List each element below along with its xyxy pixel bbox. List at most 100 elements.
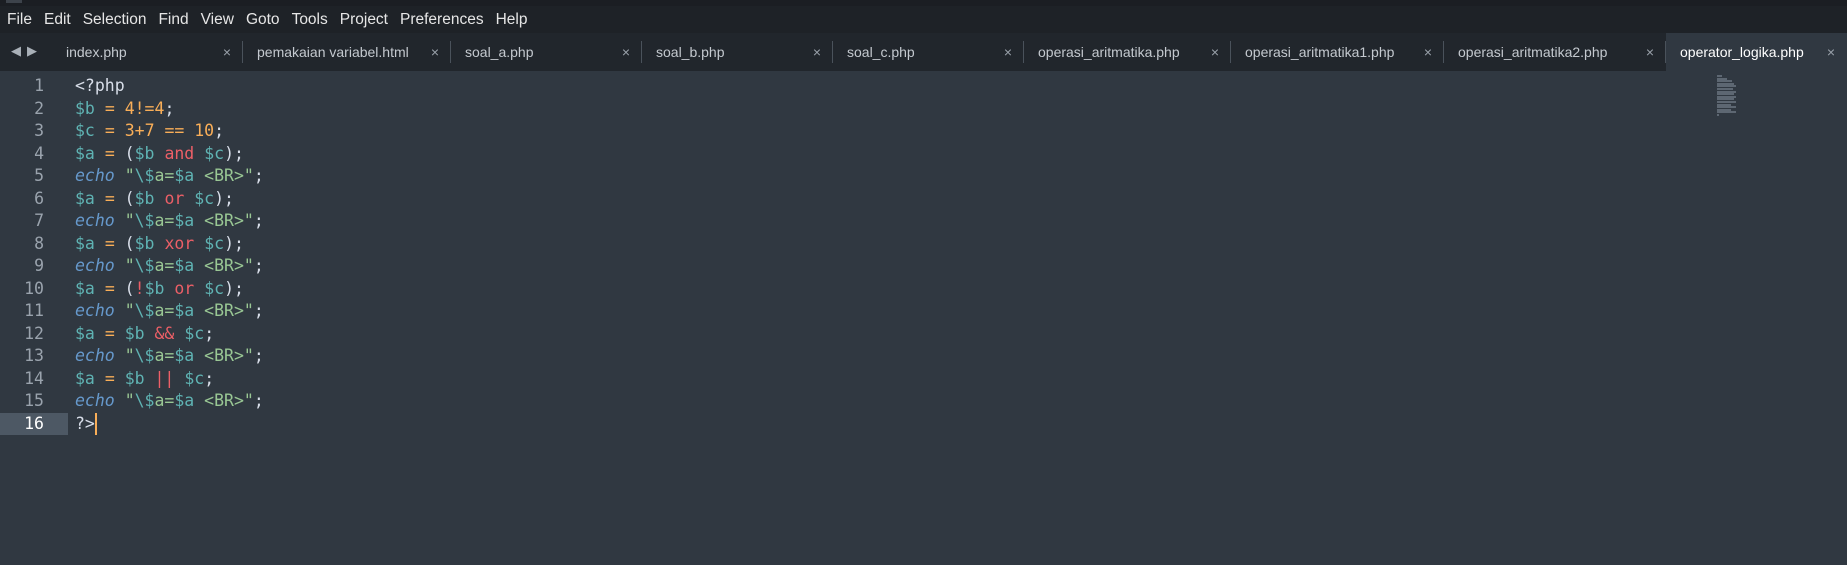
code-token: ); <box>214 188 234 208</box>
code-token: $c <box>184 368 205 388</box>
menu-find[interactable]: Find <box>158 6 188 33</box>
menu-project[interactable]: Project <box>340 6 388 33</box>
code-token: echo <box>75 301 115 320</box>
tab-bar: ◀ ▶ index.php × pemakaian variabel.html … <box>0 33 1847 71</box>
line-number: 2 <box>34 98 44 118</box>
code-editor[interactable]: 1 2 3 4 5 6 7 8 9 10 11 12 13 14 15 16 <?php $b = 4!=4; $… <box>0 71 1847 565</box>
code-token: ( <box>114 278 135 298</box>
code-token: $c <box>204 233 225 253</box>
code-token: or <box>164 188 185 208</box>
code-token: $a <box>174 391 195 410</box>
code-token: " <box>124 301 135 320</box>
code-token: ( <box>114 143 135 163</box>
tab-label: index.php <box>66 44 127 60</box>
code-token: echo <box>75 391 115 410</box>
code-line: $a = $b || $c; <box>75 368 264 391</box>
code-token: = <box>104 323 115 343</box>
code-token: $b <box>124 368 145 388</box>
close-icon[interactable]: × <box>813 33 821 71</box>
code-token: ( <box>114 233 135 253</box>
code-token: = <box>104 121 115 140</box>
code-token: " <box>243 166 254 185</box>
tab-soal-c-php[interactable]: soal_c.php × <box>833 33 1024 71</box>
tab-operasi-aritmatika2-php[interactable]: operasi_aritmatika2.php × <box>1444 33 1666 71</box>
code-token: \$ <box>134 346 155 365</box>
code-token: $b <box>144 278 165 298</box>
tab-label: operasi_aritmatika.php <box>1038 44 1180 60</box>
tab-soal-a-php[interactable]: soal_a.php × <box>451 33 642 71</box>
arrow-left-icon[interactable]: ◀ <box>11 33 21 71</box>
code-token: \$ <box>134 256 155 275</box>
code-token: $a <box>75 233 95 253</box>
code-token: $b <box>134 143 155 163</box>
tab-pemakaian-variabel-html[interactable]: pemakaian variabel.html × <box>243 33 451 71</box>
menu-view[interactable]: View <box>201 6 234 33</box>
code-token: echo <box>75 211 115 230</box>
menu-tools[interactable]: Tools <box>292 6 328 33</box>
close-icon[interactable]: × <box>622 33 630 71</box>
menu-preferences[interactable]: Preferences <box>400 6 484 33</box>
window-control-icon <box>6 0 22 3</box>
code-token: $a <box>75 278 95 298</box>
menu-goto[interactable]: Goto <box>246 6 280 33</box>
menu-help[interactable]: Help <box>496 6 528 33</box>
code-token: $a <box>75 368 95 388</box>
code-token: ; <box>253 301 264 320</box>
close-icon[interactable]: × <box>1827 33 1835 71</box>
close-icon[interactable]: × <box>1424 33 1432 71</box>
menu-bar: File Edit Selection Find View Goto Tools… <box>0 6 1847 33</box>
minimap[interactable] <box>1717 75 1741 116</box>
line-number: 8 <box>34 233 44 253</box>
code-token: $c <box>204 143 225 163</box>
close-icon[interactable]: × <box>223 33 231 71</box>
tab-soal-b-php[interactable]: soal_b.php × <box>642 33 833 71</box>
close-icon[interactable]: × <box>1211 33 1219 71</box>
tab-operasi-aritmatika-php[interactable]: operasi_aritmatika.php × <box>1024 33 1231 71</box>
code-token: $a <box>174 346 195 365</box>
code-line: $a = ($b xor $c); <box>75 233 264 256</box>
code-token: $a <box>75 323 95 343</box>
tab-index-php[interactable]: index.php × <box>52 33 243 71</box>
tab-operator-logika-php[interactable]: operator_logika.php × <box>1666 33 1847 71</box>
code-token: = <box>104 143 115 163</box>
code-token: ! <box>134 278 145 298</box>
code-token: " <box>124 256 135 275</box>
menu-edit[interactable]: Edit <box>44 6 71 33</box>
code-token: " <box>243 391 254 410</box>
line-number: 7 <box>34 211 44 230</box>
line-number: 5 <box>34 166 44 185</box>
code-token: a= <box>154 256 175 275</box>
code-area[interactable]: <?php $b = 4!=4; $c = 3+7 == 10; $a = ($b a… <box>75 75 264 435</box>
code-token: \$ <box>134 391 155 410</box>
code-token: " <box>124 211 135 230</box>
code-token: $c <box>184 323 205 343</box>
line-number: 10 <box>24 278 44 298</box>
tab-operasi-aritmatika1-php[interactable]: operasi_aritmatika1.php × <box>1231 33 1444 71</box>
close-icon[interactable]: × <box>1646 33 1654 71</box>
menu-selection[interactable]: Selection <box>83 6 147 33</box>
line-number: 4 <box>34 143 44 163</box>
minimap-line <box>1717 111 1736 114</box>
code-token: " <box>243 346 254 365</box>
code-token: a= <box>154 166 175 185</box>
code-line: echo "\$a=$a <BR>"; <box>75 165 264 188</box>
menu-file[interactable]: File <box>7 6 32 33</box>
arrow-right-icon[interactable]: ▶ <box>27 33 37 71</box>
close-icon[interactable]: × <box>1004 33 1012 71</box>
close-icon[interactable]: × <box>431 33 439 71</box>
code-token: " <box>243 301 254 320</box>
line-number: 6 <box>34 188 44 208</box>
